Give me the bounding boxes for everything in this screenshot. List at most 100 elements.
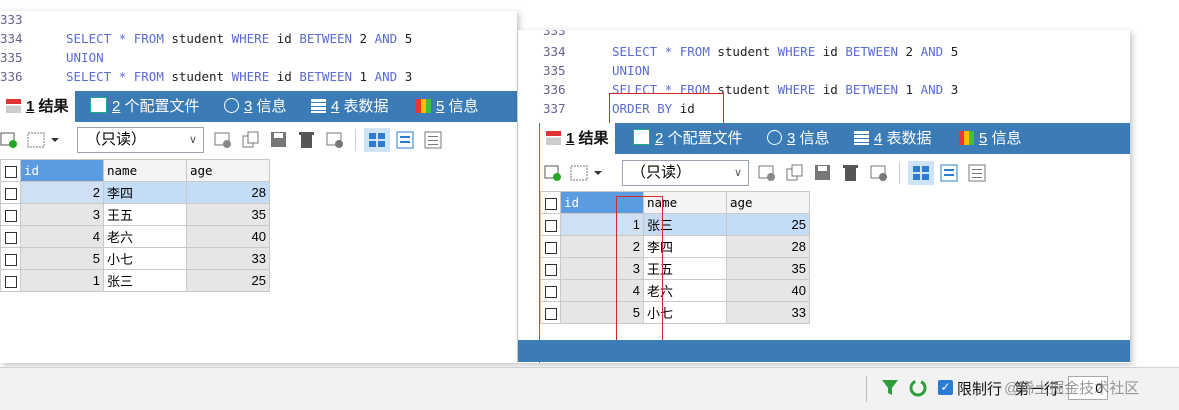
line-number: 336 [0, 69, 23, 84]
sql-keyword: FROM [133, 69, 164, 84]
cell-age[interactable]: 33 [186, 247, 270, 270]
cell-id[interactable]: 3 [20, 203, 104, 226]
limit-rows-checkbox[interactable]: ✓ [938, 380, 953, 395]
cell-age[interactable]: 28 [186, 181, 270, 204]
row-checkbox[interactable] [540, 213, 561, 236]
cell-id[interactable]: 5 [20, 247, 104, 270]
refresh-icon[interactable] [908, 378, 928, 398]
delete-icon[interactable] [842, 164, 860, 182]
cell-name[interactable]: 老六 [103, 225, 187, 248]
table-row[interactable]: 5 小七 33 [0, 247, 270, 270]
filter-rows-icon[interactable] [758, 164, 776, 182]
cancel-changes-icon[interactable] [326, 131, 344, 149]
table-row[interactable]: 2 李四 28 [540, 235, 810, 258]
filter-icon[interactable] [880, 378, 900, 398]
delete-icon[interactable] [298, 131, 316, 149]
result-toolbar: （只读） ∨ [0, 123, 517, 155]
cell-age[interactable]: 28 [726, 235, 810, 258]
column-header[interactable]: id [20, 159, 104, 182]
cell-id[interactable]: 1 [20, 269, 104, 292]
table-row[interactable]: 5 小七 33 [540, 301, 810, 324]
table-row[interactable]: 2 李四 28 [0, 181, 270, 204]
text-view-icon[interactable] [968, 164, 986, 182]
filter-rows-icon[interactable] [214, 131, 232, 149]
row-checkbox[interactable] [540, 235, 561, 258]
form-view-icon[interactable] [396, 131, 414, 149]
sql-token: 1 [898, 82, 921, 97]
cell-name[interactable]: 李四 [103, 181, 187, 204]
row-checkbox[interactable] [540, 301, 561, 324]
sql-keyword: BETWEEN [299, 69, 353, 84]
line-number: 334 [0, 31, 23, 46]
status-bar: ✓ 限制行 第一行: 0 @稀土掘金技术社区 [0, 367, 1179, 410]
sql-keyword: BETWEEN [845, 82, 899, 97]
sql-token: id [815, 44, 846, 59]
sql-token: 1 [352, 69, 375, 84]
cell-name[interactable]: 小七 [103, 247, 187, 270]
save-icon[interactable] [814, 164, 832, 182]
tab-result[interactable]: 1 结果 [0, 91, 75, 122]
export-dropdown-icon[interactable] [570, 164, 604, 182]
cell-age[interactable]: 35 [726, 257, 810, 280]
column-header[interactable]: name [103, 159, 187, 182]
tab-profile[interactable]: 2 个配置文件 [90, 91, 200, 122]
tab-table-data[interactable]: 4 表数据 [854, 123, 932, 154]
add-row-icon[interactable] [0, 131, 18, 149]
add-row-icon[interactable] [544, 164, 562, 182]
row-checkbox[interactable] [540, 257, 561, 280]
grid-view-icon[interactable] [908, 161, 934, 185]
cell-age[interactable]: 35 [186, 203, 270, 226]
cell-age[interactable]: 25 [186, 269, 270, 292]
table-row[interactable]: 4 老六 40 [0, 225, 270, 248]
sql-editor[interactable]: 333 334 SELECT * FROM student WHERE id BE… [0, 11, 517, 91]
table-row[interactable]: 1 张三 25 [540, 213, 810, 236]
table-row[interactable]: 4 老六 40 [540, 279, 810, 302]
copy-row-icon[interactable] [786, 164, 804, 182]
row-checkbox[interactable] [0, 181, 21, 204]
row-checkbox[interactable] [0, 269, 21, 292]
cell-age[interactable]: 40 [726, 279, 810, 302]
cancel-changes-icon[interactable] [870, 164, 888, 182]
readonly-select[interactable]: （只读） ∨ [77, 127, 204, 153]
cell-name[interactable]: 张三 [103, 269, 187, 292]
column-header[interactable]: age [186, 159, 270, 182]
table-row[interactable]: 1 张三 25 [0, 269, 270, 292]
row-checkbox[interactable] [0, 247, 21, 270]
tab-info-2[interactable]: 5 信息 [959, 123, 1022, 154]
tab-info-2[interactable]: 5 信息 [416, 91, 479, 122]
tab-result[interactable]: 1 结果 [540, 123, 615, 154]
copy-row-icon[interactable] [242, 131, 260, 149]
cell-id[interactable]: 2 [20, 181, 104, 204]
cell-name[interactable]: 王五 [103, 203, 187, 226]
table-row[interactable]: 3 王五 35 [0, 203, 270, 226]
tab-info[interactable]: 3 信息 [767, 123, 830, 154]
sql-keyword: SELECT [66, 69, 112, 84]
cell-age[interactable]: 25 [726, 213, 810, 236]
column-header[interactable]: age [726, 191, 810, 214]
line-number: 335 [543, 63, 566, 78]
table-row[interactable]: 3 王五 35 [540, 257, 810, 280]
sql-token: student [709, 44, 778, 59]
sql-keyword: FROM [679, 44, 710, 59]
cell-age[interactable]: 33 [726, 301, 810, 324]
row-checkbox[interactable] [0, 203, 21, 226]
tab-info[interactable]: 3 信息 [224, 91, 287, 122]
text-view-icon[interactable] [424, 131, 442, 149]
select-all-checkbox[interactable] [0, 159, 21, 182]
export-dropdown-icon[interactable] [27, 131, 61, 149]
grid-view-icon[interactable] [364, 128, 390, 152]
readonly-select[interactable]: （只读） ∨ [622, 160, 749, 186]
sql-token: id [269, 31, 300, 46]
select-all-checkbox[interactable] [540, 191, 561, 214]
cell-id[interactable]: 4 [20, 225, 104, 248]
row-checkbox[interactable] [0, 225, 21, 248]
sql-token: 2 [352, 31, 375, 46]
save-icon[interactable] [270, 131, 288, 149]
row-checkbox[interactable] [540, 279, 561, 302]
tab-profile[interactable]: 2 个配置文件 [633, 123, 743, 154]
cell-age[interactable]: 40 [186, 225, 270, 248]
tab-table-data[interactable]: 4 表数据 [311, 91, 389, 122]
form-view-icon[interactable] [940, 164, 958, 182]
table-icon [311, 99, 326, 113]
